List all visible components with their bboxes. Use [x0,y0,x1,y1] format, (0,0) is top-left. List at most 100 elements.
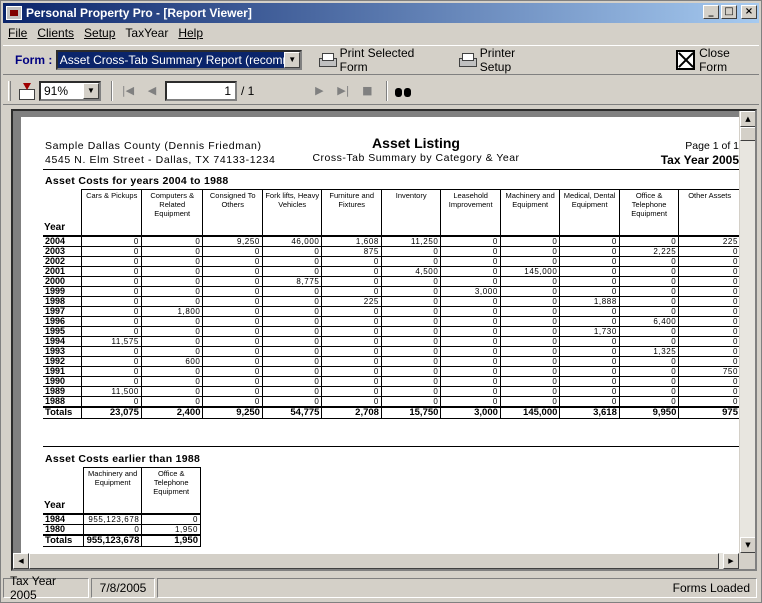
scroll-left-icon[interactable]: ◀ [13,553,29,569]
page-number-input[interactable] [165,80,237,101]
totals-row: Totals 955,123,678 1,950 [43,533,201,547]
title-bar[interactable]: Personal Property Pro - [Report Viewer] … [3,3,759,23]
table-row: 2002 0 0 0 0 0 0 0 0 0 0 0 [43,255,741,267]
value-cell: 0 [81,255,142,267]
value-cell: 0 [380,275,442,287]
horizontal-scrollbar[interactable]: ◀ ▶ [13,553,739,569]
viewer-toolbar: 91% ▼ |◀ ◀ / 1 ▶ ▶| ■ [3,77,759,105]
value-cell: 0 [559,385,620,397]
scroll-up-icon[interactable]: ▲ [740,111,755,127]
value-cell: 0 [321,275,382,287]
value-cell: 0 [618,235,680,247]
value-cell: 0 [202,385,263,397]
menu-setup[interactable]: Setup [79,26,120,40]
year-cell: 1980 [43,523,84,535]
form-select[interactable]: Asset Cross-Tab Summary Report (recommen… [55,50,303,70]
page-info: Page 1 of 1 [685,140,739,152]
value-cell: 0 [261,395,323,407]
value-cell: 0 [140,265,204,277]
close-form-button[interactable]: Close Form [675,46,759,74]
value-cell: 0 [618,365,680,377]
last-page-icon[interactable]: ▶| [334,84,352,97]
maximize-button[interactable]: □ [721,5,737,19]
export-icon[interactable] [17,82,35,100]
year-cell: 1997 [43,305,83,317]
total-cell: 3,618 [559,405,620,419]
total-cell: 975 [678,405,741,419]
menu-clients[interactable]: Clients [32,26,79,40]
chevron-down-icon[interactable]: ▼ [284,52,301,68]
close-button[interactable]: × [741,5,757,19]
value-cell: 0 [81,375,142,387]
scroll-down-icon[interactable]: ▼ [740,537,755,553]
report-tax-year: Tax Year 2005 [660,153,739,167]
value-cell: 0 [499,285,561,297]
value-cell: 0 [261,245,323,257]
value-cell: 600 [140,355,204,367]
horizontal-scroll-thumb[interactable] [29,553,719,569]
form-select-value: Asset Cross-Tab Summary Report (recommen… [57,52,290,68]
chevron-down-icon[interactable]: ▼ [83,82,99,99]
menu-taxyear[interactable]: TaxYear [120,26,173,40]
menu-help[interactable]: Help [173,26,208,40]
value-cell: 8,775 [261,275,323,287]
value-cell: 0 [321,365,382,377]
stop-icon[interactable]: ■ [358,84,376,97]
table-row: 1988 0 0 0 0 0 0 0 0 0 0 0 [43,395,741,407]
printer-setup-button[interactable]: Printer Setup [458,46,547,74]
divider [43,169,741,170]
value-cell: 0 [440,375,501,387]
find-icon[interactable] [394,84,412,98]
report-page: Sample Dallas County (Dennis Friedman) 4… [21,117,741,569]
value-cell: 0 [261,355,323,367]
total-cell: 9,250 [202,405,263,419]
value-cell: 0 [559,345,620,357]
value-cell: 0 [140,325,204,337]
value-cell: 0 [559,275,620,287]
column-header: Leasehold Improvement [440,189,501,236]
zoom-select[interactable]: 91% ▼ [39,80,101,101]
next-page-icon[interactable]: ▶ [310,84,328,97]
toolbar-grip[interactable] [8,80,11,101]
app-icon[interactable] [6,6,22,20]
first-page-icon[interactable]: |◀ [119,84,137,97]
value-cell: 0 [202,395,263,407]
minimize-button[interactable]: _ [703,5,719,19]
value-cell: 0 [440,345,501,357]
divider [43,446,741,447]
value-cell: 955,123,678 [82,513,143,525]
value-cell: 0 [559,355,620,367]
vertical-scroll-thumb[interactable] [740,127,755,141]
close-form-label: Close Form [699,46,730,74]
close-form-icon [675,50,696,70]
value-cell: 0 [559,315,620,327]
value-cell: 0 [321,285,382,297]
value-cell: 0 [499,235,561,247]
total-cell: 145,000 [499,405,561,419]
menu-file[interactable]: File [3,26,32,40]
value-cell: 0 [440,235,501,247]
year-cell: 1999 [43,285,83,297]
print-selected-form-button[interactable]: Print Selected Form [318,46,442,74]
table-row: 1996 0 0 0 0 0 0 0 0 0 6,400 0 [43,315,741,327]
totals-label: Totals [43,405,83,419]
column-header: Other Assets [678,189,741,236]
total-cell: 23,075 [81,405,142,419]
report-subtitle: Cross-Tab Summary by Category & Year [312,152,520,164]
value-cell: 0 [81,305,142,317]
year-cell: 1998 [43,295,83,307]
value-cell: 0 [499,355,561,367]
scroll-right-icon[interactable]: ▶ [723,553,739,569]
value-cell: 0 [321,355,382,367]
value-cell: 0 [380,335,442,347]
table-row: 1990 0 0 0 0 0 0 0 0 0 0 0 [43,375,741,387]
vertical-scrollbar[interactable]: ▲ ▼ [739,111,755,553]
value-cell: 0 [618,265,680,277]
value-cell: 0 [678,255,741,267]
report-viewport[interactable]: Sample Dallas County (Dennis Friedman) 4… [11,109,757,571]
year-cell: 1994 [43,335,83,347]
prev-page-icon[interactable]: ◀ [143,84,161,97]
scrollbar-corner [739,553,755,569]
value-cell: 0 [202,335,263,347]
value-cell: 0 [678,335,741,347]
